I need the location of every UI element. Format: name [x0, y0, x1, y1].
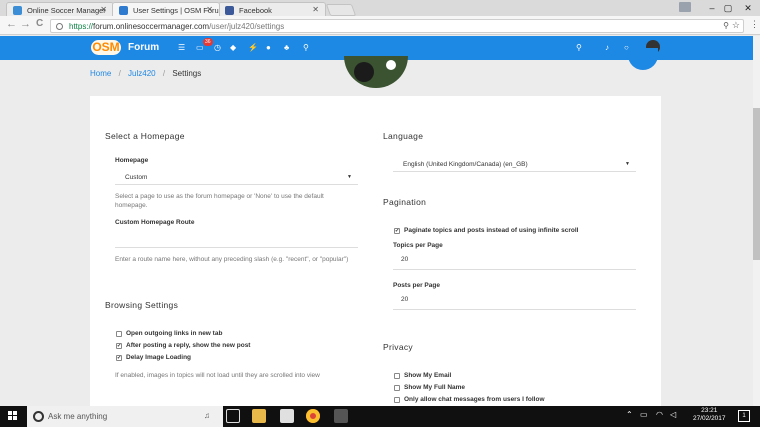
- url-scheme: https://: [69, 22, 94, 31]
- route-input[interactable]: [115, 232, 358, 248]
- language-select[interactable]: English (United Kingdom/Canada) (en_GB) …: [393, 158, 636, 172]
- chevron-down-icon: ▼: [625, 161, 630, 167]
- osm-logo[interactable]: OSM: [91, 40, 121, 55]
- show-email-label[interactable]: Show My Email: [404, 372, 451, 379]
- users-icon[interactable]: ●: [266, 43, 271, 52]
- checkbox[interactable]: [394, 385, 400, 391]
- homepage-label: Homepage: [115, 157, 149, 164]
- address-bar[interactable]: https://forum.onlinesoccermanager.com/us…: [50, 19, 744, 33]
- posts-per-page-input[interactable]: 20: [393, 293, 636, 310]
- language-section-title: Language: [383, 131, 424, 141]
- profile-picture: [344, 56, 408, 88]
- profile-icon[interactable]: [679, 2, 691, 12]
- chevron-down-icon: ▼: [347, 174, 352, 180]
- tab-online-soccer-manager[interactable]: Online Soccer Manager ✕: [6, 2, 114, 16]
- categories-icon[interactable]: ☰: [178, 43, 185, 52]
- delay-image-loading-label[interactable]: Delay Image Loading: [126, 354, 191, 361]
- topics-per-page-label: Topics per Page: [393, 242, 443, 249]
- forum-label[interactable]: Forum: [128, 42, 159, 53]
- breadcrumb-current: Settings: [172, 69, 202, 78]
- route-help: Enter a route name here, without any pre…: [115, 256, 349, 263]
- facebook-favicon-icon: [225, 6, 234, 15]
- action-center-count: 1: [742, 413, 746, 419]
- microphone-icon[interactable]: ♫: [204, 411, 210, 420]
- popular-icon[interactable]: ⚡: [248, 43, 258, 52]
- menu-icon[interactable]: ⋮: [750, 19, 759, 30]
- battery-icon[interactable]: ▭: [640, 410, 648, 419]
- cortana-search-placeholder: Ask me anything: [48, 412, 108, 421]
- language-select-value: English (United Kingdom/Canada) (en_GB): [403, 161, 528, 168]
- browsing-help: If enabled, images in topics will not lo…: [115, 372, 320, 379]
- close-tab-icon[interactable]: ✕: [206, 5, 213, 14]
- lock-icon: [56, 23, 63, 30]
- action-center-icon[interactable]: 1: [738, 410, 750, 422]
- close-tab-icon[interactable]: ✕: [100, 5, 107, 14]
- recent-icon[interactable]: ◷: [214, 43, 221, 52]
- checkbox[interactable]: ✔: [394, 228, 400, 234]
- clock-date: 27/02/2017: [693, 415, 726, 422]
- file-explorer-icon[interactable]: [252, 409, 266, 423]
- search-icon[interactable]: ⚲: [576, 43, 582, 52]
- inbox-icon[interactable]: ▭: [196, 43, 204, 52]
- show-new-post-label[interactable]: After posting a reply, show the new post: [126, 342, 250, 349]
- open-links-new-tab-label[interactable]: Open outgoing links in new tab: [126, 330, 222, 337]
- chevron-up-icon[interactable]: ⌃: [626, 410, 633, 419]
- forward-button[interactable]: →: [20, 18, 31, 30]
- groups-icon[interactable]: ♣: [284, 43, 289, 52]
- url-host: forum.onlinesoccermanager.com: [93, 22, 210, 31]
- windows-start-icon[interactable]: [8, 411, 18, 421]
- close-window-button[interactable]: ✕: [734, 0, 760, 16]
- tab-title: Facebook: [239, 6, 272, 15]
- zoom-icon[interactable]: ⚲: [723, 21, 729, 30]
- cortana-search[interactable]: Ask me anything ♫: [27, 406, 223, 427]
- breadcrumb-user[interactable]: Julz420: [128, 69, 156, 78]
- breadcrumb-home[interactable]: Home: [90, 69, 111, 78]
- topics-per-page-input[interactable]: 20: [393, 253, 636, 270]
- checkbox[interactable]: [394, 373, 400, 379]
- task-view-icon[interactable]: [226, 409, 240, 423]
- browsing-section-title: Browsing Settings: [105, 300, 179, 310]
- chat-follow-only-label[interactable]: Only allow chat messages from users I fo…: [404, 396, 545, 403]
- breadcrumb: Home / Julz420 / Settings: [90, 69, 202, 78]
- checkbox[interactable]: ✔: [116, 343, 122, 349]
- tab-facebook[interactable]: Facebook ✕: [218, 2, 326, 16]
- calculator-icon[interactable]: [334, 409, 348, 423]
- close-tab-icon[interactable]: ✕: [312, 5, 319, 14]
- tab-user-settings[interactable]: User Settings | OSM Foru ✕: [112, 2, 220, 16]
- privacy-section-title: Privacy: [383, 342, 413, 352]
- route-label: Custom Homepage Route: [115, 219, 195, 226]
- clock[interactable]: 23:21 27/02/2017: [693, 407, 726, 423]
- bookmark-star-icon[interactable]: ☆: [732, 20, 740, 31]
- notifications-icon[interactable]: ♪: [605, 43, 609, 52]
- paginate-label[interactable]: Paginate topics and posts instead of usi…: [404, 227, 578, 234]
- tags-icon[interactable]: ◆: [230, 43, 236, 52]
- checkbox[interactable]: [116, 331, 122, 337]
- chrome-icon[interactable]: [306, 409, 320, 423]
- wifi-icon[interactable]: ◠: [656, 410, 663, 419]
- checkbox[interactable]: [394, 397, 400, 403]
- notification-badge: 36: [203, 38, 213, 46]
- homepage-section-title: Select a Homepage: [105, 131, 185, 141]
- pagination-section-title: Pagination: [383, 197, 427, 207]
- cortana-icon: [33, 411, 44, 422]
- osm-favicon-icon: [13, 6, 22, 15]
- store-icon[interactable]: [280, 409, 294, 423]
- back-button[interactable]: ←: [6, 18, 17, 30]
- homepage-help: Select a page to use as the forum homepa…: [115, 193, 324, 209]
- checkbox[interactable]: ✔: [116, 355, 122, 361]
- show-full-name-label[interactable]: Show My Full Name: [404, 384, 465, 391]
- clock-time: 23:21: [701, 407, 718, 414]
- new-tab-button[interactable]: [325, 4, 357, 16]
- posts-per-page-label: Posts per Page: [393, 282, 440, 289]
- scrollbar-thumb[interactable]: [753, 108, 760, 260]
- homepage-select-value: Custom: [125, 174, 148, 181]
- osm-favicon-icon: [119, 6, 128, 15]
- search-icon[interactable]: ⚲: [303, 43, 309, 52]
- homepage-select[interactable]: Custom ▼: [115, 171, 358, 185]
- reload-button[interactable]: C: [36, 18, 43, 29]
- volume-icon[interactable]: ◁: [670, 410, 676, 419]
- cover-edit-button[interactable]: [628, 48, 658, 70]
- tab-title: Online Soccer Manager: [27, 6, 106, 15]
- url-path: /user/julz420/settings: [209, 22, 285, 31]
